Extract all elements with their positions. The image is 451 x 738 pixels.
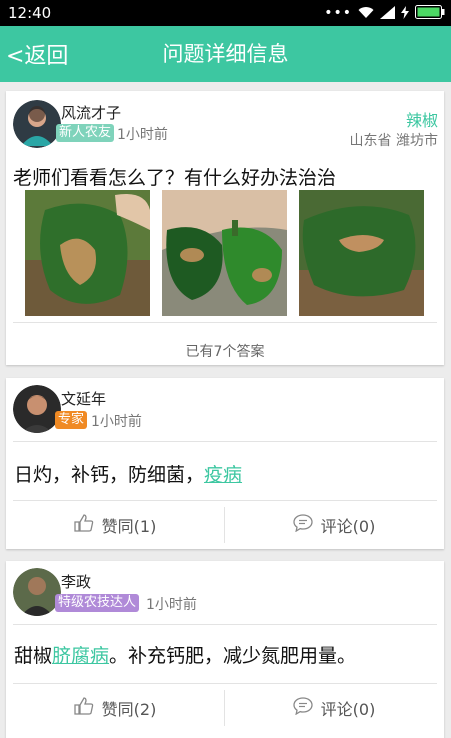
user-level-badge: 新人农友	[56, 124, 115, 142]
disease-link[interactable]: 疫病	[204, 464, 242, 486]
question-user-name[interactable]: 风流才子	[61, 102, 121, 123]
post-time: 1小时前	[91, 414, 142, 430]
status-time: 12:40	[8, 4, 52, 22]
question-photo-2[interactable]	[162, 190, 287, 316]
thumbs-up-icon	[74, 697, 94, 719]
status-bar: 12:40 •••	[0, 0, 451, 26]
title-bar: <返回 问题详细信息	[0, 26, 451, 82]
avatar[interactable]	[13, 385, 61, 433]
post-time: 1小时前	[146, 597, 197, 613]
question-card: 风流才子 新人农友 1小时前 辣椒 山东省 潍坊市 老师们看看怎么了？有什么好办…	[6, 91, 444, 365]
page-title: 问题详细信息	[162, 42, 289, 66]
disease-link[interactable]: 脐腐病	[52, 645, 109, 667]
like-button[interactable]: 赞同(2)	[6, 684, 224, 732]
wifi-icon	[358, 4, 374, 23]
avatar[interactable]	[13, 568, 61, 616]
answer-text: 甜椒脐腐病。补充钙肥，减少氮肥用量。	[14, 645, 357, 667]
location: 山东省 潍坊市	[349, 133, 438, 149]
signal-icon	[380, 4, 395, 23]
comment-button[interactable]: 评论(0)	[225, 501, 443, 549]
battery-icon	[415, 4, 445, 23]
comment-icon	[293, 514, 313, 536]
answer-text: 日灼，补钙，防细菌，疫病	[14, 464, 243, 486]
more-dots-icon: •••	[324, 5, 352, 21]
user-level-badge: 专家	[55, 411, 88, 429]
like-button[interactable]: 赞同(1)	[6, 501, 224, 549]
thumbs-up-icon	[74, 514, 94, 536]
comment-icon	[293, 697, 313, 719]
question-photo-1[interactable]	[25, 190, 150, 316]
question-photo-3[interactable]	[299, 190, 424, 316]
question-text: 老师们看看怎么了？有什么好办法治治	[13, 167, 337, 189]
answer-card: 文延年 专家 1小时前 日灼，补钙，防细菌，疫病 赞同(1) 评论(0)	[6, 378, 444, 549]
crop-tag[interactable]: 辣椒	[406, 107, 438, 131]
avatar[interactable]	[13, 100, 61, 148]
post-time: 1小时前	[117, 127, 168, 143]
divider	[13, 441, 437, 442]
answer-user-name[interactable]: 李政	[61, 571, 91, 592]
answer-user-name[interactable]: 文延年	[61, 388, 106, 409]
charging-icon	[401, 4, 409, 23]
answer-card: 李政 特级农技达人 1小时前 甜椒脐腐病。补充钙肥，减少氮肥用量。 赞同(2) …	[6, 561, 444, 738]
answers-count[interactable]: 已有7个答案	[6, 341, 444, 361]
divider	[13, 624, 437, 625]
comment-button[interactable]: 评论(0)	[225, 684, 443, 732]
divider	[13, 322, 437, 323]
status-icons: •••	[324, 4, 445, 23]
user-level-badge: 特级农技达人	[55, 594, 140, 612]
